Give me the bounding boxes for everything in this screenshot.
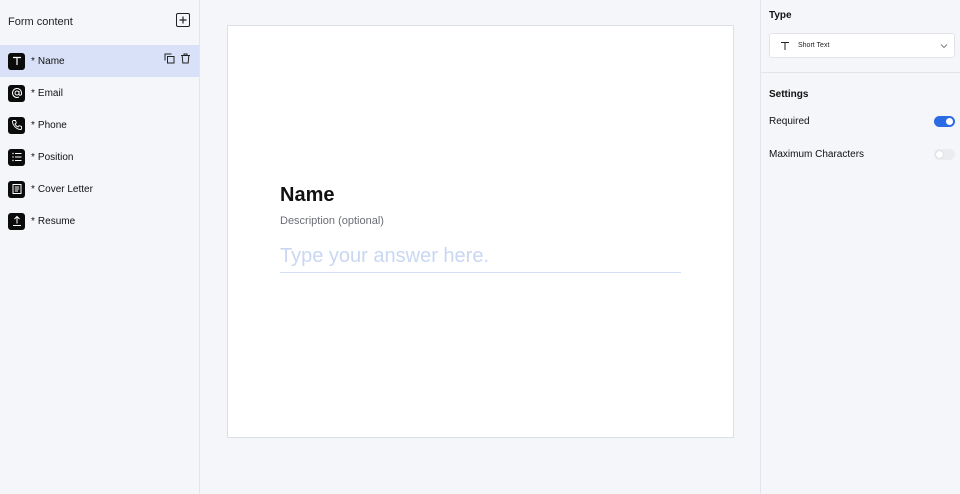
field-type-dropdown[interactable]: Short Text bbox=[769, 33, 955, 58]
type-heading: Type bbox=[769, 10, 792, 21]
question-card: Name Description (optional) bbox=[227, 25, 734, 438]
panel-divider bbox=[761, 72, 960, 73]
setting-required: Required bbox=[769, 116, 955, 127]
form-preview-canvas: Name Description (optional) bbox=[200, 0, 760, 494]
question-title[interactable]: Name bbox=[280, 184, 334, 207]
required-mark: * bbox=[31, 151, 35, 163]
toggle-knob bbox=[946, 118, 953, 125]
question-description[interactable]: Description (optional) bbox=[280, 215, 384, 227]
form-content-sidebar: Form content * Name * Email * Phone * Po… bbox=[0, 0, 200, 494]
field-item-phone[interactable]: * Phone bbox=[0, 109, 199, 141]
field-item-label: * Resume bbox=[31, 216, 75, 227]
required-mark: * bbox=[31, 87, 35, 99]
field-item-actions bbox=[164, 53, 191, 64]
required-mark: * bbox=[31, 215, 35, 227]
field-name-text: Name bbox=[37, 55, 65, 67]
field-name-text: Resume bbox=[37, 215, 76, 227]
setting-label: Required bbox=[769, 116, 810, 127]
settings-heading: Settings bbox=[769, 89, 809, 100]
trash-icon[interactable] bbox=[180, 53, 191, 64]
field-item-cover-letter[interactable]: * Cover Letter bbox=[0, 173, 199, 205]
field-item-label: * Name bbox=[31, 56, 65, 67]
field-item-email[interactable]: * Email bbox=[0, 77, 199, 109]
field-list: * Name * Email * Phone * Position * Cove… bbox=[0, 45, 199, 237]
field-name-text: Email bbox=[37, 87, 63, 99]
answer-input[interactable] bbox=[280, 241, 681, 273]
upload-icon bbox=[8, 212, 25, 230]
list-icon bbox=[8, 148, 25, 166]
plus-square-icon bbox=[179, 16, 187, 24]
phone-icon bbox=[8, 116, 25, 134]
setting-maximum-characters: Maximum Characters bbox=[769, 149, 955, 160]
duplicate-icon[interactable] bbox=[164, 53, 175, 64]
field-item-label: * Position bbox=[31, 152, 73, 163]
required-mark: * bbox=[31, 55, 35, 67]
toggle-knob bbox=[936, 151, 943, 158]
field-name-text: Cover Letter bbox=[37, 183, 93, 195]
field-item-resume[interactable]: * Resume bbox=[0, 205, 199, 237]
maximum-characters-toggle[interactable] bbox=[934, 149, 955, 160]
at-sign-icon bbox=[8, 84, 25, 102]
setting-label: Maximum Characters bbox=[769, 149, 865, 160]
field-item-position[interactable]: * Position bbox=[0, 141, 199, 173]
chevron-down-icon bbox=[940, 44, 948, 49]
field-name-text: Phone bbox=[37, 119, 67, 131]
text-T-icon bbox=[8, 52, 25, 70]
required-mark: * bbox=[31, 183, 35, 195]
add-field-button[interactable] bbox=[176, 13, 190, 27]
field-name-text: Position bbox=[37, 151, 74, 163]
field-type-value: Short Text bbox=[798, 42, 830, 49]
sidebar-title: Form content bbox=[8, 16, 73, 28]
field-item-label: * Phone bbox=[31, 120, 67, 131]
text-T-icon bbox=[780, 41, 790, 51]
required-toggle[interactable] bbox=[934, 116, 955, 127]
document-icon bbox=[8, 180, 25, 198]
properties-panel: Type Short Text Settings Required Maximu… bbox=[760, 0, 960, 494]
required-mark: * bbox=[31, 119, 35, 131]
field-item-label: * Email bbox=[31, 88, 63, 99]
field-item-name[interactable]: * Name bbox=[0, 45, 199, 77]
field-item-label: * Cover Letter bbox=[31, 184, 93, 195]
